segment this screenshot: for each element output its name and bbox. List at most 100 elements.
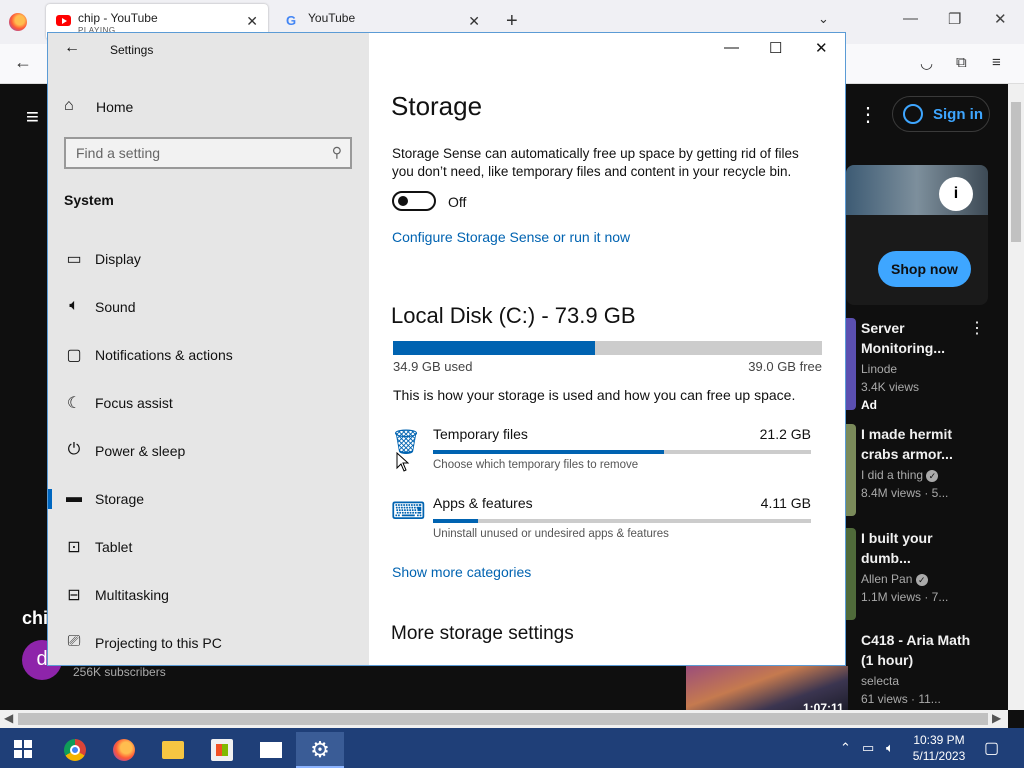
category-apps-features[interactable]: ⌨︎ Apps & features 4.11 GB Uninstall unu… (391, 495, 811, 555)
moon-icon: ☾ (66, 395, 82, 412)
network-icon[interactable]: ▭ (862, 740, 874, 756)
info-icon[interactable]: i (939, 177, 973, 211)
toggle-state-label: Off (448, 194, 467, 210)
video-channel: Allen Pan (861, 572, 913, 586)
window-title: Settings (110, 43, 154, 57)
scroll-right-icon[interactable]: ▶ (992, 711, 1001, 725)
close-icon[interactable]: ✕ (815, 39, 828, 57)
chrome-icon (64, 739, 86, 761)
video-thumbnail[interactable] (846, 318, 856, 410)
user-icon (903, 104, 923, 124)
home-icon: ⌂ (64, 97, 74, 114)
settings-taskbar-button[interactable]: ⚙ (296, 732, 344, 768)
search-icon[interactable]: ⚲ (332, 144, 342, 161)
clock-time: 10:39 PM (913, 733, 965, 747)
video-title[interactable]: I built your dumb... (861, 528, 971, 568)
shop-now-button[interactable]: Shop now (878, 251, 971, 287)
subscriber-count: 256K subscribers (73, 665, 166, 679)
used-space: 34.9 GB used (393, 359, 473, 374)
video-channel: I did a thing (861, 468, 924, 482)
sidebar-item-projecting[interactable]: ⎚ Projecting to this PC (48, 623, 369, 663)
store-taskbar-button[interactable] (198, 732, 246, 768)
video-thumbnail[interactable] (846, 424, 856, 516)
close-icon[interactable]: ✕ (994, 10, 1007, 28)
channel-name[interactable]: chi (22, 608, 48, 629)
video-title[interactable]: C418 - Aria Math (1 hour) (861, 630, 971, 670)
category-temporary-files[interactable]: 🗑︎ Temporary files 21.2 GB Choose which … (391, 426, 811, 486)
file-explorer-taskbar-button[interactable] (149, 732, 197, 768)
folder-icon (162, 741, 184, 759)
sound-icon: 🔈︎ (69, 297, 79, 314)
chevron-up-icon[interactable]: ⌃ (840, 740, 851, 756)
search-input[interactable]: Find a setting ⚲ (64, 137, 352, 169)
tab-close-icon[interactable]: ✕ (468, 13, 480, 30)
sidebar-item-display[interactable]: ▭ Display (48, 239, 369, 279)
sidebar-item-storage[interactable]: ▬ Storage (48, 479, 369, 519)
scrollbar-thumb[interactable] (18, 713, 988, 725)
video-views: 61 views · 11... (861, 692, 941, 706)
storage-sense-toggle[interactable] (392, 191, 436, 211)
tab-close-icon[interactable]: ✕ (246, 13, 258, 30)
show-more-categories-link[interactable]: Show more categories (392, 564, 531, 580)
ad-badge: Ad (861, 398, 877, 412)
category-usage-bar (433, 519, 811, 523)
storage-page: — ☐ ✕ Storage Storage Sense can automati… (369, 33, 845, 665)
sign-in-button[interactable]: Sign in (892, 96, 990, 132)
menu-icon[interactable]: ≡ (992, 54, 1001, 71)
search-placeholder: Find a setting (76, 145, 161, 161)
list-all-tabs-icon[interactable]: ⌄ (818, 11, 829, 27)
pocket-icon[interactable]: ◡ (920, 54, 933, 72)
sidebar-item-focus-assist[interactable]: ☾ Focus assist (48, 383, 369, 423)
verified-icon: ✓ (915, 574, 928, 586)
volume-icon[interactable]: 🔈︎ (886, 740, 894, 756)
category-name: Apps & features (433, 495, 533, 511)
hamburger-menu-icon[interactable]: ≡ (26, 104, 39, 130)
scroll-left-icon[interactable]: ◀ (4, 711, 13, 725)
restore-icon[interactable]: ❐ (948, 10, 961, 28)
sidebar-item-multitasking[interactable]: ⊟ Multitasking (48, 575, 369, 615)
display-icon: ▭ (66, 251, 82, 268)
sidebar-item-sound[interactable]: 🔈︎ Sound (48, 287, 369, 327)
storage-explanation: This is how your storage is used and how… (393, 387, 796, 403)
google-favicon-icon: G (286, 13, 297, 28)
sidebar-item-tablet[interactable]: ⊡ Tablet (48, 527, 369, 567)
section-heading: System (64, 192, 114, 208)
clock-date: 5/11/2023 (912, 749, 966, 763)
gear-icon: ⚙ (310, 737, 330, 762)
more-options-icon[interactable]: ⋮ (858, 102, 878, 127)
maximize-icon[interactable]: ☐ (769, 39, 782, 57)
more-storage-settings-heading: More storage settings (391, 623, 574, 644)
back-arrow-icon[interactable]: ← (64, 39, 80, 57)
windows-start-icon[interactable] (14, 740, 32, 758)
video-title[interactable]: Server Monitoring... (861, 318, 971, 358)
video-title[interactable]: I made hermit crabs armor... (861, 424, 971, 464)
more-options-icon[interactable]: ⋮ (969, 318, 985, 338)
extensions-icon[interactable]: ⧉ (956, 54, 967, 71)
mail-taskbar-button[interactable] (247, 732, 295, 768)
scrollbar-thumb[interactable] (1011, 102, 1021, 242)
tablet-icon: ⊡ (67, 539, 81, 556)
page-title: Storage (391, 91, 483, 121)
notification-icon[interactable]: ▢ (984, 738, 999, 758)
sidebar-item-notifications[interactable]: ▢ Notifications & actions (48, 335, 369, 375)
category-description: Choose which temporary files to remove (433, 459, 639, 471)
storage-icon: ▬ (66, 489, 82, 506)
firefox-taskbar-button[interactable] (100, 732, 148, 768)
system-clock[interactable]: 10:39 PM 5/11/2023 (906, 732, 972, 764)
vertical-scrollbar[interactable] (1008, 84, 1024, 710)
category-usage-fill (433, 450, 664, 454)
video-channel: selecta (861, 674, 900, 688)
category-usage-fill (433, 519, 479, 523)
minimize-icon[interactable]: — (903, 10, 918, 27)
sidebar-item-power-sleep[interactable]: ⏻ Power & sleep (48, 431, 369, 471)
horizontal-scrollbar[interactable]: ◀ ▶ (0, 710, 1008, 728)
firefox-icon[interactable] (9, 13, 27, 31)
video-thumbnail[interactable] (846, 528, 856, 620)
ad-card[interactable]: i Shop now (846, 165, 988, 305)
minimize-icon[interactable]: — (724, 39, 739, 56)
power-icon: ⏻ (67, 441, 81, 458)
new-tab-button[interactable]: + (506, 10, 518, 33)
configure-storage-sense-link[interactable]: Configure Storage Sense or run it now (392, 229, 630, 245)
chrome-taskbar-button[interactable] (51, 732, 99, 768)
back-arrow-icon[interactable]: ← (14, 52, 32, 73)
